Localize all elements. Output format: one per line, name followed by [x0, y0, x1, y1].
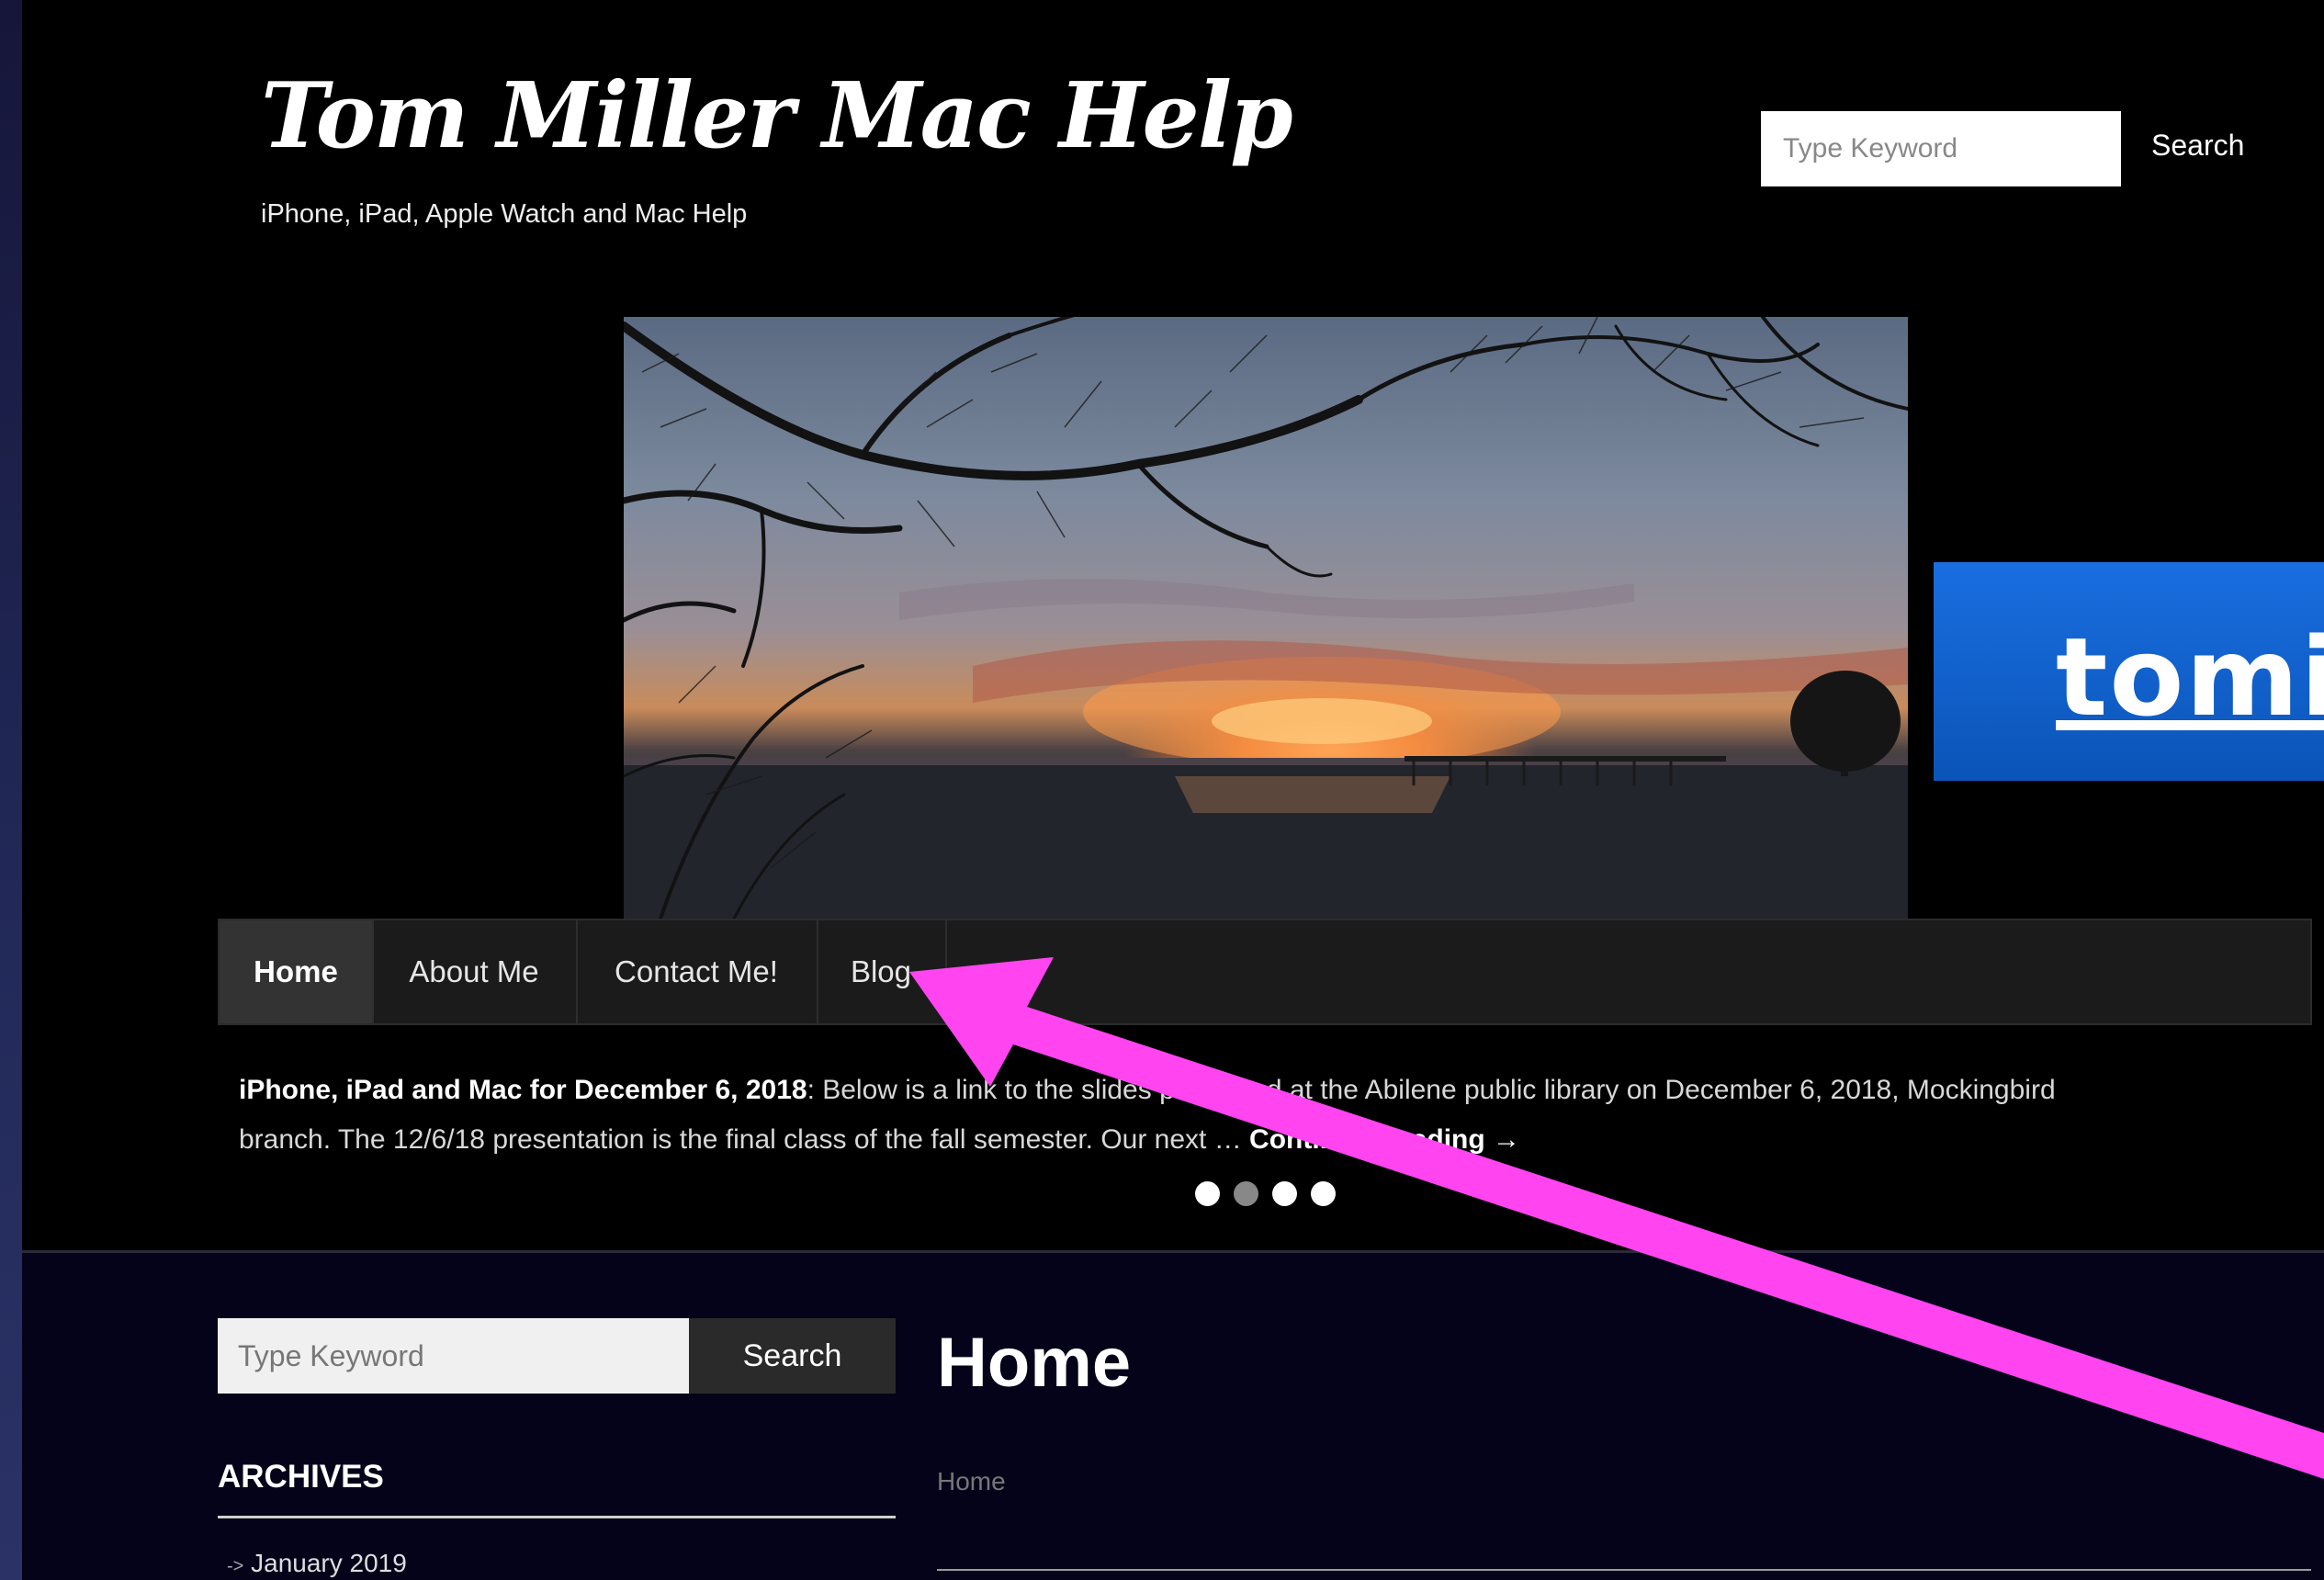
header-search-input[interactable]: [1761, 111, 2121, 186]
slider-post-title[interactable]: iPhone, iPad and Mac for December 6, 201…: [239, 1075, 807, 1105]
archive-item-label: January 2019: [251, 1549, 407, 1577]
side-banner-link[interactable]: tomi: [2056, 614, 2324, 740]
archives-heading: ARCHIVES: [218, 1459, 384, 1495]
sidebar-search-input[interactable]: [218, 1318, 714, 1394]
slider-dot-2[interactable]: [1234, 1181, 1258, 1206]
slider-dot-1[interactable]: [1195, 1181, 1220, 1206]
hero-image-sunset-lake: [624, 317, 1908, 919]
site-tagline: iPhone, iPad, Apple Watch and Mac Help: [261, 199, 748, 229]
desktop-background-edge: [0, 0, 22, 1580]
nav-item-about-me[interactable]: About Me: [372, 920, 578, 1023]
content-area: [22, 1253, 2324, 1580]
web-page: Tom Miller Mac Help iPhone, iPad, Apple …: [22, 0, 2324, 1580]
slider-dot-4[interactable]: [1311, 1181, 1336, 1206]
hero-image-drawing: [624, 317, 1908, 919]
sidebar-search-button[interactable]: Search: [689, 1318, 896, 1394]
site-header: Tom Miller Mac Help iPhone, iPad, Apple …: [22, 0, 2324, 1251]
main-navigation: Home About Me Contact Me! Blog: [218, 919, 2312, 1025]
header-search-button[interactable]: Search: [2151, 129, 2244, 163]
arrow-bullet-icon: ->: [227, 1556, 244, 1576]
breadcrumb[interactable]: Home: [937, 1467, 1006, 1496]
slider-excerpt: iPhone, iPad and Mac for December 6, 201…: [239, 1066, 2296, 1165]
slider-excerpt-line2: branch. The 12/6/18 presentation is the …: [239, 1124, 1250, 1155]
slider-dot-3[interactable]: [1272, 1181, 1297, 1206]
content-divider: [937, 1569, 2311, 1571]
continue-reading-link[interactable]: Continue Reading →: [1249, 1124, 1520, 1155]
page-title: Home: [937, 1324, 1132, 1402]
archives-divider: [218, 1516, 896, 1518]
nav-item-contact-me[interactable]: Contact Me!: [576, 920, 818, 1023]
site-title[interactable]: Tom Miller Mac Help: [261, 72, 1293, 162]
nav-item-home[interactable]: Home: [220, 920, 374, 1023]
nav-item-blog[interactable]: Blog: [817, 920, 947, 1023]
slider-excerpt-line1: : Below is a link to the slides presente…: [807, 1075, 2056, 1105]
archive-item-january-2019[interactable]: -> January 2019: [227, 1549, 407, 1578]
